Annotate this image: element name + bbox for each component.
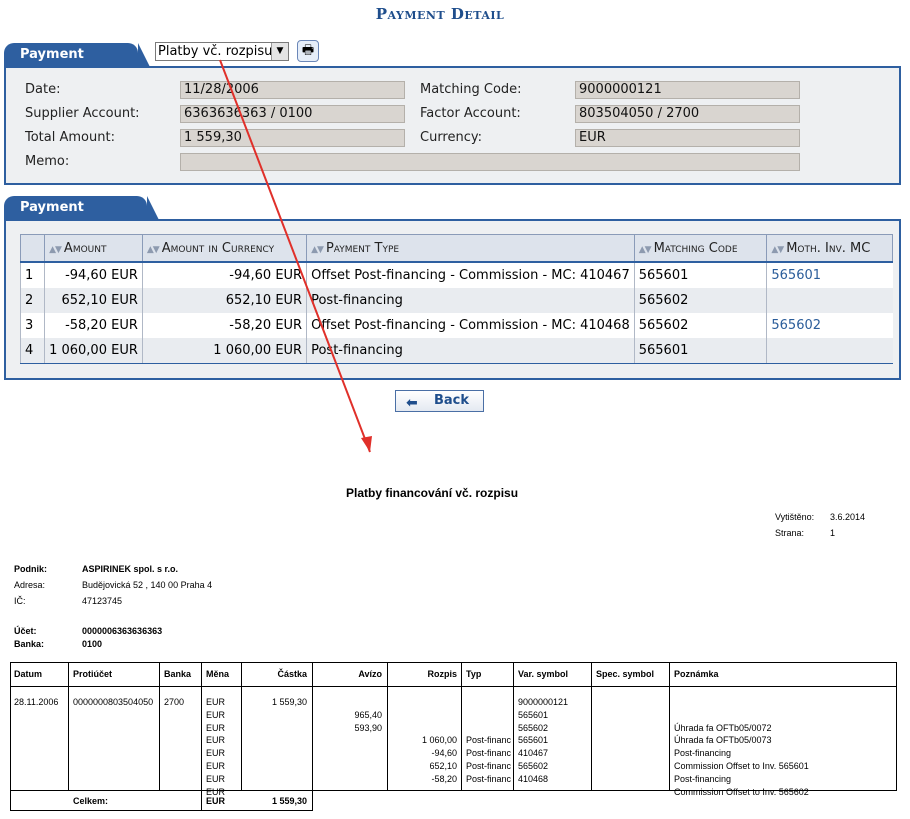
company-label: Podnik:	[14, 564, 47, 574]
report-header-var-symbol: Var. symbol	[518, 669, 569, 679]
bank-value: 0100	[82, 639, 103, 649]
report-header-mena: Měna	[206, 669, 230, 679]
report-header-typ: Typ	[466, 669, 482, 679]
report-header-banka: Banka	[164, 669, 192, 679]
report-banka: 2700	[164, 697, 185, 707]
report-rozpis: 1 060,00 -94,60 652,10 -58,20	[421, 735, 457, 784]
report-header-spec-symbol: Spec. symbol	[596, 669, 655, 679]
printed-date: 3.6.2014	[830, 512, 866, 522]
report-avizo: 965,40 593,90	[354, 709, 382, 733]
bank-label: Banka:	[14, 639, 45, 649]
report-mena: EUR EUR EUR EUR EUR EUR EUR EUR	[206, 697, 226, 797]
report-header-datum: Datum	[14, 669, 43, 679]
report-poznamka: Úhrada fa OFTb05/0072 Úhrada fa OFTb05/0…	[674, 722, 809, 797]
report-header-rozpis: Rozpis	[427, 669, 457, 679]
report-header-avizo: Avízo	[358, 669, 382, 679]
report-var-symbol: 9000000121 565601 565602 565601 410467 5…	[518, 697, 569, 784]
report-datum: 28.11.2006	[14, 697, 59, 707]
account-label: Účet:	[14, 626, 37, 636]
page-number: 1	[830, 528, 836, 538]
report-total-currency: EUR	[206, 796, 226, 806]
report-title: Platby financování vč. rozpisu	[346, 486, 519, 500]
ic-value: 47123745	[82, 596, 123, 606]
report-total-amount: 1 559,30	[271, 796, 307, 806]
report-header-castka: Částka	[277, 669, 307, 679]
report-typ: Post-financ Post-financ Post-financ Post…	[466, 735, 512, 784]
address-label: Adresa:	[14, 580, 46, 590]
company-name: ASPIRINEK spol. s r.o.	[82, 564, 179, 574]
report-header-protiucet: Protiúčet	[73, 669, 113, 679]
ic-label: IČ:	[14, 596, 26, 606]
printed-label: Vytištěno:	[775, 512, 815, 522]
report-header-poznamka: Poznámka	[674, 669, 719, 679]
report-castka: 1 559,30	[271, 697, 307, 707]
report-total-label: Celkem:	[73, 796, 109, 806]
address-value: Budějovická 52 , 140 00 Praha 4	[82, 580, 213, 590]
page-label: Strana:	[775, 528, 805, 538]
account-value: 0000006363636363	[82, 626, 163, 636]
report-protiucet: 0000000803504050	[73, 697, 154, 707]
